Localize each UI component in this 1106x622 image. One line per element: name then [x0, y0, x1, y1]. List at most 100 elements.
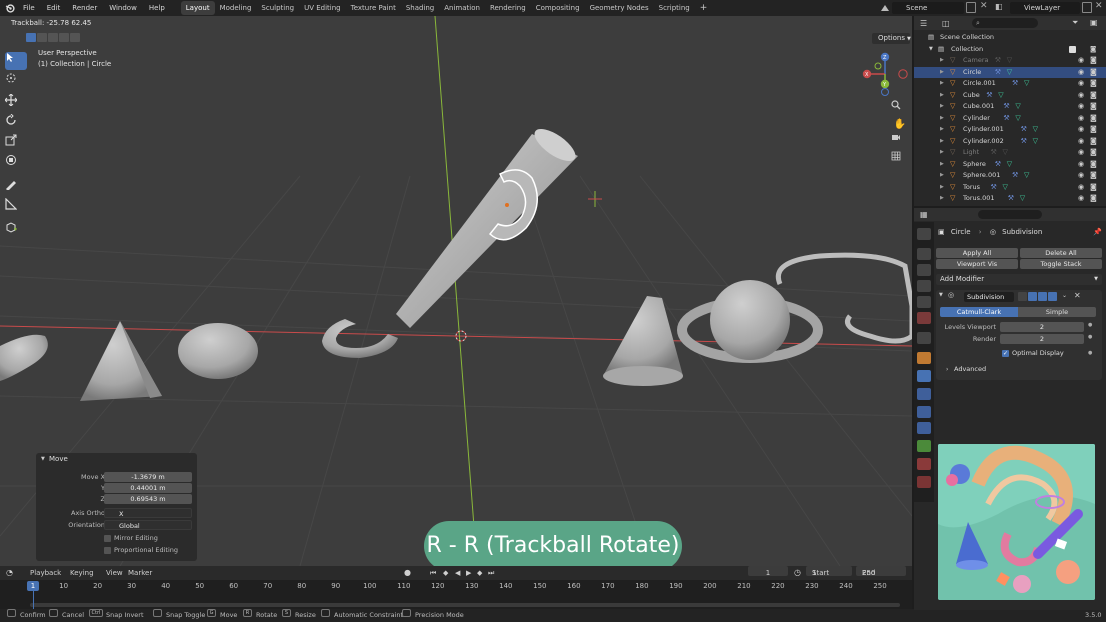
output-tab-icon[interactable]	[917, 264, 931, 276]
outliner-collection[interactable]: ▼ ▤ Collection ◙	[914, 44, 1106, 56]
display-mode-icon[interactable]: ◫	[942, 19, 950, 28]
select-box-tool[interactable]	[5, 52, 27, 70]
move-y-field[interactable]: 0.44001 m	[104, 483, 192, 493]
optimal-display-checkbox[interactable]: ✓	[1002, 350, 1009, 357]
modifier-wrench-icon[interactable]: ⚒	[1012, 170, 1018, 182]
viewlayer-selector[interactable]: ViewLayer	[1010, 2, 1080, 14]
world-tab-icon[interactable]	[917, 312, 931, 324]
mesh-data-icon[interactable]: ▽	[1024, 170, 1029, 182]
navigation-gizmo[interactable]: Z X Y	[860, 52, 910, 100]
render-camera-icon[interactable]: ◙	[1090, 136, 1097, 148]
mirror-editing-checkbox[interactable]	[104, 535, 111, 542]
modifier-menu-chevron-icon[interactable]: ⌄	[1062, 292, 1067, 299]
data-tab-icon[interactable]	[917, 440, 931, 452]
visibility-eye-icon[interactable]: ◉	[1078, 182, 1084, 194]
stopwatch-icon[interactable]: ◷	[794, 566, 801, 580]
editor-type-clock-icon[interactable]: ◔	[6, 566, 13, 580]
levels-viewport-field[interactable]: 2	[1000, 322, 1084, 332]
show-in-editmode-icon[interactable]	[1028, 292, 1037, 301]
mesh-data-icon[interactable]: ▽	[1003, 182, 1008, 194]
record-icon[interactable]: ●	[404, 566, 411, 580]
scale-tool[interactable]	[5, 134, 27, 152]
modifier-tab-icon[interactable]	[917, 370, 931, 382]
mesh-data-icon[interactable]: ▽	[1033, 136, 1038, 148]
render-levels-keyframe-icon[interactable]: ●	[1088, 334, 1092, 340]
expand-arrow-icon[interactable]: ▶	[940, 78, 944, 90]
orientation-dropdown[interactable]: Global	[104, 520, 192, 530]
visibility-eye-icon[interactable]: ◉	[1078, 147, 1084, 159]
object-cylinder-rod[interactable]	[396, 123, 580, 328]
workspace-tab-compositing[interactable]: Compositing	[531, 1, 585, 15]
scene-close-icon[interactable]: ✕	[980, 1, 988, 11]
playhead-current-frame[interactable]: 1	[27, 581, 39, 591]
workspace-tab-rendering[interactable]: Rendering	[485, 1, 531, 15]
expand-arrow-icon[interactable]: ▶	[940, 67, 944, 79]
visibility-eye-icon[interactable]: ◉	[1078, 78, 1084, 90]
select-mode-buttons[interactable]	[26, 33, 80, 42]
select-mode-new-icon[interactable]	[26, 33, 36, 42]
viewlayer-copy-icon[interactable]	[1082, 2, 1092, 13]
play-icon[interactable]: ▶	[466, 566, 471, 580]
levels-viewport-keyframe-icon[interactable]: ●	[1088, 322, 1092, 328]
mesh-data-icon[interactable]: ▽	[1020, 193, 1025, 205]
timeline-menu-keying[interactable]: Keying	[70, 566, 94, 580]
object-circle-001[interactable]	[322, 319, 398, 358]
viewlayer-icon[interactable]: ◧	[995, 2, 1007, 14]
mesh-data-icon[interactable]: ▽	[1007, 55, 1012, 67]
modifier-wrench-icon[interactable]: ⚒	[995, 55, 1001, 67]
apply-all-button[interactable]: Apply All	[936, 248, 1018, 258]
advanced-section[interactable]: Advanced	[954, 365, 986, 373]
menu-edit[interactable]: Edit	[41, 0, 67, 16]
start-frame-field[interactable]: Start 1	[806, 566, 852, 577]
expand-arrow-icon[interactable]: ▶	[940, 113, 944, 125]
modifier-collapse-icon[interactable]: ▼	[939, 292, 943, 298]
new-collection-icon[interactable]: ▣	[1090, 18, 1098, 27]
menu-render[interactable]: Render	[66, 0, 103, 16]
expand-arrow-icon[interactable]: ▶	[940, 193, 944, 205]
scene-tab-icon[interactable]	[917, 296, 931, 308]
select-mode-subtract-icon[interactable]	[48, 33, 58, 42]
render-camera-icon[interactable]: ◙	[1090, 67, 1097, 79]
visibility-eye-icon[interactable]: ◉	[1078, 170, 1084, 182]
render-camera-icon[interactable]: ◙	[1090, 113, 1097, 125]
timeline-ruler[interactable]: 1 10 20 30 40 50 60 70 80 90 100 110 120 130 140 150 160…	[0, 580, 912, 609]
visibility-eye-icon[interactable]: ◉	[1078, 55, 1084, 67]
visibility-eye-icon[interactable]: ◉	[1078, 101, 1084, 113]
op-panel-title[interactable]: Move	[49, 455, 68, 463]
expand-arrow-icon[interactable]: ▶	[940, 124, 944, 136]
outliner-editor-icon[interactable]: ☰	[920, 19, 927, 28]
mesh-data-icon[interactable]: ▽	[998, 90, 1003, 102]
modifier-wrench-icon[interactable]: ⚒	[986, 90, 992, 102]
outliner-item[interactable]: ▶ ▽ Cylinder.002 ⚒ ▽ ◉ ◙	[914, 136, 1106, 148]
properties-editor-icon[interactable]: ▦	[920, 210, 928, 219]
visibility-eye-icon[interactable]: ◉	[1078, 136, 1084, 148]
texture-tab-icon[interactable]	[917, 476, 931, 488]
object-torus-001[interactable]	[776, 252, 912, 344]
outliner-item[interactable]: ▶ ▽ Cube.001 ⚒ ▽ ◉ ◙	[914, 101, 1106, 113]
move-z-field[interactable]: 0.69543 m	[104, 494, 192, 504]
toggle-stack-button[interactable]: Toggle Stack	[1020, 259, 1102, 269]
edit-mode-toggle-icon[interactable]	[1018, 292, 1027, 301]
visibility-eye-icon[interactable]: ◉	[1078, 113, 1084, 125]
modifier-wrench-icon[interactable]: ⚒	[1008, 193, 1014, 205]
options-dropdown[interactable]: Options ▼	[872, 33, 911, 44]
scene-icon[interactable]	[880, 3, 890, 13]
scene-copy-icon[interactable]	[966, 2, 976, 13]
grid-toggle-icon[interactable]	[891, 151, 909, 167]
render-camera-icon[interactable]: ◙	[1090, 170, 1097, 182]
modifier-wrench-icon[interactable]: ⚒	[1021, 124, 1027, 136]
workspace-tab-layout[interactable]: Layout	[180, 1, 215, 15]
modifier-wrench-icon[interactable]: ⚒	[995, 159, 1001, 171]
catmull-clark-button[interactable]: Catmull-Clark	[940, 307, 1018, 317]
mesh-data-icon[interactable]: ▽	[1007, 67, 1012, 79]
mesh-data-icon[interactable]: ▽	[1024, 78, 1029, 90]
play-reverse-icon[interactable]: ◀	[455, 566, 460, 580]
properties-search-input[interactable]	[978, 210, 1042, 219]
outliner-item[interactable]: ▶ ▽ Sphere ⚒ ▽ ◉ ◙	[914, 159, 1106, 171]
object-sphere[interactable]	[710, 280, 790, 360]
render-camera-icon[interactable]: ◙	[1090, 55, 1097, 67]
outliner-item[interactable]: ▶ ▽ Light ⚒ ▽ ◉ ◙	[914, 147, 1106, 159]
timeline-menu-marker[interactable]: Marker	[128, 566, 152, 580]
modifier-wrench-icon[interactable]: ⚒	[1021, 136, 1027, 148]
blender-logo-icon[interactable]	[3, 0, 17, 16]
